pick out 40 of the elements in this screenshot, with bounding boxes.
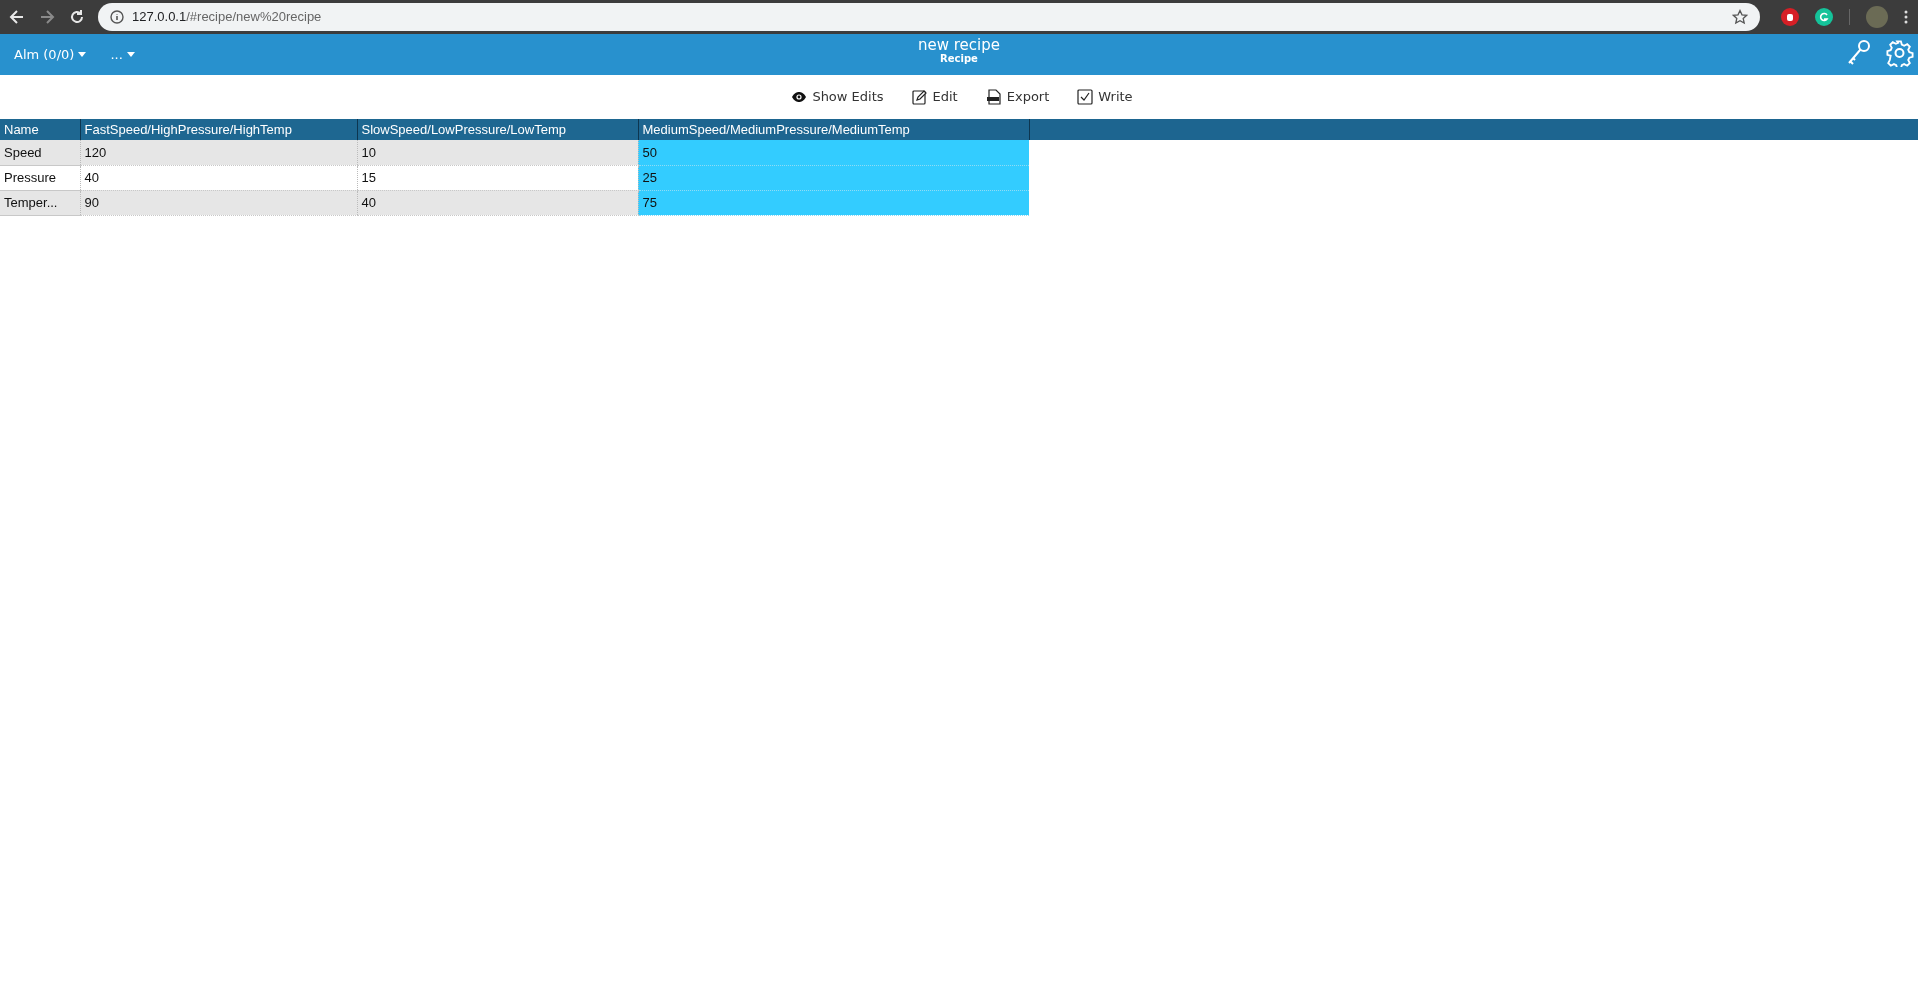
info-icon — [110, 10, 124, 24]
toolbar-button[interactable]: Edit — [911, 87, 958, 107]
row-name-cell: Pressure — [0, 165, 80, 190]
dropdown-menu[interactable]: ... — [110, 44, 135, 65]
address-bar[interactable]: 127.0.0.1/#recipe/new%20recipe — [98, 3, 1760, 31]
pencil-icon — [911, 89, 928, 105]
toolbar-button[interactable]: Write — [1077, 87, 1133, 107]
table-cell: 40 — [357, 190, 638, 215]
table-cell: 25 — [638, 165, 1029, 190]
table-cell: 75 — [638, 190, 1029, 215]
column-header[interactable]: FastSpeed/HighPressure/HighTemp — [80, 119, 357, 140]
checkbox-icon — [1077, 89, 1094, 105]
back-icon[interactable] — [8, 8, 26, 26]
table-cell: 90 — [80, 190, 357, 215]
column-header[interactable]: SlowSpeed/LowPressure/LowTemp — [357, 119, 638, 140]
star-icon[interactable] — [1732, 9, 1748, 25]
eye-icon — [791, 89, 808, 105]
toolbar-button[interactable]: Export — [985, 87, 1050, 107]
table-cell: 40 — [80, 165, 357, 190]
dropdown-menu[interactable]: Alm (0/0) — [14, 44, 87, 65]
table-cell: 15 — [357, 165, 638, 190]
page-title: new recipe — [918, 38, 1000, 53]
menu-dots-icon[interactable] — [1904, 10, 1908, 24]
forward-icon[interactable] — [38, 8, 56, 26]
row-name-cell: Temper... — [0, 190, 80, 215]
table-cell: 10 — [357, 140, 638, 165]
caret-icon — [78, 52, 87, 57]
toolbar-button[interactable]: Show Edits — [791, 87, 884, 107]
file-export-icon — [985, 89, 1002, 105]
table-cell: 50 — [638, 140, 1029, 165]
row-name-cell: Speed — [0, 140, 80, 165]
caret-icon — [126, 52, 135, 57]
column-header[interactable]: MediumSpeed/MediumPressure/MediumTemp — [638, 119, 1029, 140]
column-header[interactable]: Name — [0, 119, 80, 140]
settings-icon[interactable] — [1886, 39, 1914, 67]
key-icon[interactable] — [1846, 39, 1872, 67]
url-text: 127.0.0.1/#recipe/new%20recipe — [132, 8, 322, 27]
page-subtitle: Recipe — [940, 54, 978, 64]
table-cell: 120 — [80, 140, 357, 165]
reload-icon[interactable] — [68, 8, 86, 26]
